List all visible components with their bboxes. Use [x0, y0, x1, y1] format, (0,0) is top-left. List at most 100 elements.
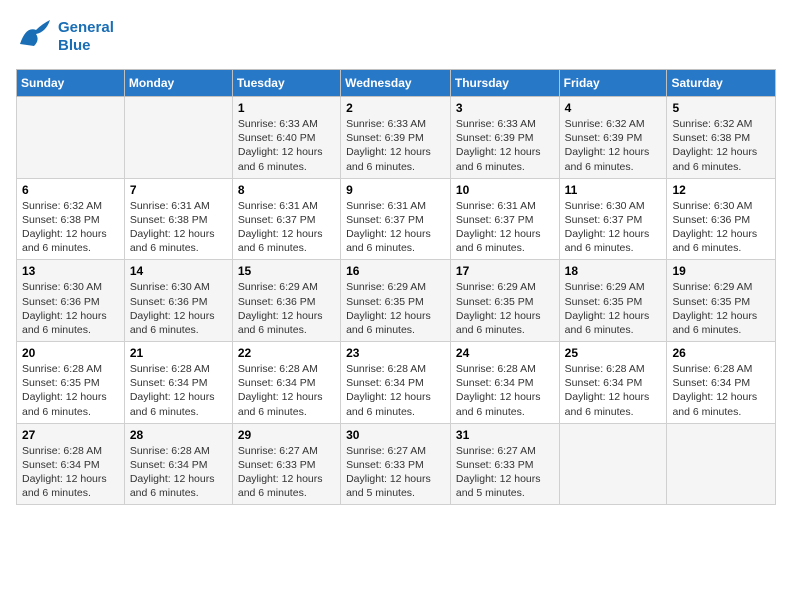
day-info: Sunrise: 6:29 AM Sunset: 6:35 PM Dayligh… — [456, 280, 554, 337]
day-info: Sunrise: 6:27 AM Sunset: 6:33 PM Dayligh… — [456, 444, 554, 501]
day-number: 25 — [565, 346, 662, 360]
day-number: 4 — [565, 101, 662, 115]
calendar-cell: 22 Sunrise: 6:28 AM Sunset: 6:34 PM Dayli… — [232, 342, 340, 424]
calendar-cell — [124, 97, 232, 179]
day-info: Sunrise: 6:31 AM Sunset: 6:38 PM Dayligh… — [130, 199, 227, 256]
day-info: Sunrise: 6:28 AM Sunset: 6:34 PM Dayligh… — [672, 362, 770, 419]
day-info: Sunrise: 6:27 AM Sunset: 6:33 PM Dayligh… — [346, 444, 445, 501]
weekday-header-monday: Monday — [124, 70, 232, 97]
day-number: 23 — [346, 346, 445, 360]
day-info: Sunrise: 6:28 AM Sunset: 6:35 PM Dayligh… — [22, 362, 119, 419]
day-info: Sunrise: 6:31 AM Sunset: 6:37 PM Dayligh… — [346, 199, 445, 256]
logo-general: General — [58, 19, 114, 37]
day-number: 22 — [238, 346, 335, 360]
day-number: 14 — [130, 264, 227, 278]
day-number: 31 — [456, 428, 554, 442]
weekday-header-wednesday: Wednesday — [341, 70, 451, 97]
day-info: Sunrise: 6:28 AM Sunset: 6:34 PM Dayligh… — [22, 444, 119, 501]
day-info: Sunrise: 6:32 AM Sunset: 6:38 PM Dayligh… — [22, 199, 119, 256]
logo-blue: Blue — [58, 37, 114, 55]
calendar-cell: 31 Sunrise: 6:27 AM Sunset: 6:33 PM Dayli… — [450, 423, 559, 505]
calendar-cell: 20 Sunrise: 6:28 AM Sunset: 6:35 PM Dayli… — [17, 342, 125, 424]
day-info: Sunrise: 6:28 AM Sunset: 6:34 PM Dayligh… — [130, 362, 227, 419]
calendar-week-4: 20 Sunrise: 6:28 AM Sunset: 6:35 PM Dayli… — [17, 342, 776, 424]
day-number: 20 — [22, 346, 119, 360]
day-number: 7 — [130, 183, 227, 197]
calendar-cell: 17 Sunrise: 6:29 AM Sunset: 6:35 PM Dayli… — [450, 260, 559, 342]
calendar-cell: 30 Sunrise: 6:27 AM Sunset: 6:33 PM Dayli… — [341, 423, 451, 505]
day-info: Sunrise: 6:30 AM Sunset: 6:37 PM Dayligh… — [565, 199, 662, 256]
day-number: 15 — [238, 264, 335, 278]
calendar-cell: 11 Sunrise: 6:30 AM Sunset: 6:37 PM Dayli… — [559, 178, 667, 260]
calendar-week-2: 6 Sunrise: 6:32 AM Sunset: 6:38 PM Daylig… — [17, 178, 776, 260]
day-info: Sunrise: 6:32 AM Sunset: 6:39 PM Dayligh… — [565, 117, 662, 174]
calendar-cell: 8 Sunrise: 6:31 AM Sunset: 6:37 PM Daylig… — [232, 178, 340, 260]
weekday-header-thursday: Thursday — [450, 70, 559, 97]
day-info: Sunrise: 6:30 AM Sunset: 6:36 PM Dayligh… — [22, 280, 119, 337]
logo-bird-icon — [16, 16, 52, 52]
calendar-cell: 5 Sunrise: 6:32 AM Sunset: 6:38 PM Daylig… — [667, 97, 776, 179]
calendar-cell: 12Sunrise: 6:30 AM Sunset: 6:36 PM Dayli… — [667, 178, 776, 260]
calendar-cell: 25Sunrise: 6:28 AM Sunset: 6:34 PM Dayli… — [559, 342, 667, 424]
day-info: Sunrise: 6:28 AM Sunset: 6:34 PM Dayligh… — [130, 444, 227, 501]
day-number: 9 — [346, 183, 445, 197]
day-number: 16 — [346, 264, 445, 278]
day-number: 8 — [238, 183, 335, 197]
logo: General Blue — [16, 16, 114, 57]
weekday-header-saturday: Saturday — [667, 70, 776, 97]
day-number: 29 — [238, 428, 335, 442]
day-number: 17 — [456, 264, 554, 278]
day-info: Sunrise: 6:32 AM Sunset: 6:38 PM Dayligh… — [672, 117, 770, 174]
day-number: 5 — [672, 101, 770, 115]
day-number: 2 — [346, 101, 445, 115]
calendar-cell: 10 Sunrise: 6:31 AM Sunset: 6:37 PM Dayli… — [450, 178, 559, 260]
weekday-header-tuesday: Tuesday — [232, 70, 340, 97]
calendar-cell: 6 Sunrise: 6:32 AM Sunset: 6:38 PM Daylig… — [17, 178, 125, 260]
calendar-cell: 19 Sunrise: 6:29 AM Sunset: 6:35 PM Dayli… — [667, 260, 776, 342]
calendar-cell: 26Sunrise: 6:28 AM Sunset: 6:34 PM Dayli… — [667, 342, 776, 424]
calendar-cell: 3Sunrise: 6:33 AM Sunset: 6:39 PM Daylig… — [450, 97, 559, 179]
day-info: Sunrise: 6:28 AM Sunset: 6:34 PM Dayligh… — [346, 362, 445, 419]
day-number: 19 — [672, 264, 770, 278]
calendar-cell: 28 Sunrise: 6:28 AM Sunset: 6:34 PM Dayli… — [124, 423, 232, 505]
day-info: Sunrise: 6:27 AM Sunset: 6:33 PM Dayligh… — [238, 444, 335, 501]
calendar-cell: 15Sunrise: 6:29 AM Sunset: 6:36 PM Dayli… — [232, 260, 340, 342]
day-info: Sunrise: 6:33 AM Sunset: 6:39 PM Dayligh… — [346, 117, 445, 174]
calendar-table: SundayMondayTuesdayWednesdayThursdayFrid… — [16, 69, 776, 505]
day-number: 28 — [130, 428, 227, 442]
day-number: 6 — [22, 183, 119, 197]
day-info: Sunrise: 6:31 AM Sunset: 6:37 PM Dayligh… — [238, 199, 335, 256]
day-info: Sunrise: 6:28 AM Sunset: 6:34 PM Dayligh… — [238, 362, 335, 419]
calendar-cell: 2 Sunrise: 6:33 AM Sunset: 6:39 PM Daylig… — [341, 97, 451, 179]
calendar-cell: 29 Sunrise: 6:27 AM Sunset: 6:33 PM Dayli… — [232, 423, 340, 505]
calendar-week-1: 1Sunrise: 6:33 AM Sunset: 6:40 PM Daylig… — [17, 97, 776, 179]
day-number: 10 — [456, 183, 554, 197]
calendar-cell: 13Sunrise: 6:30 AM Sunset: 6:36 PM Dayli… — [17, 260, 125, 342]
calendar-cell — [667, 423, 776, 505]
day-number: 11 — [565, 183, 662, 197]
weekday-header-friday: Friday — [559, 70, 667, 97]
day-info: Sunrise: 6:30 AM Sunset: 6:36 PM Dayligh… — [130, 280, 227, 337]
day-number: 27 — [22, 428, 119, 442]
day-number: 21 — [130, 346, 227, 360]
day-info: Sunrise: 6:31 AM Sunset: 6:37 PM Dayligh… — [456, 199, 554, 256]
calendar-cell: 4 Sunrise: 6:32 AM Sunset: 6:39 PM Daylig… — [559, 97, 667, 179]
day-info: Sunrise: 6:29 AM Sunset: 6:35 PM Dayligh… — [672, 280, 770, 337]
calendar-cell: 18 Sunrise: 6:29 AM Sunset: 6:35 PM Dayli… — [559, 260, 667, 342]
calendar-cell: 16 Sunrise: 6:29 AM Sunset: 6:35 PM Dayli… — [341, 260, 451, 342]
page-header: General Blue — [16, 16, 776, 57]
calendar-cell: 23 Sunrise: 6:28 AM Sunset: 6:34 PM Dayli… — [341, 342, 451, 424]
calendar-cell — [559, 423, 667, 505]
day-number: 1 — [238, 101, 335, 115]
day-info: Sunrise: 6:29 AM Sunset: 6:35 PM Dayligh… — [346, 280, 445, 337]
day-number: 18 — [565, 264, 662, 278]
weekday-header-sunday: Sunday — [17, 70, 125, 97]
day-info: Sunrise: 6:33 AM Sunset: 6:39 PM Dayligh… — [456, 117, 554, 174]
calendar-cell: 27 Sunrise: 6:28 AM Sunset: 6:34 PM Dayli… — [17, 423, 125, 505]
day-info: Sunrise: 6:30 AM Sunset: 6:36 PM Dayligh… — [672, 199, 770, 256]
calendar-cell: 14 Sunrise: 6:30 AM Sunset: 6:36 PM Dayli… — [124, 260, 232, 342]
day-number: 30 — [346, 428, 445, 442]
day-info: Sunrise: 6:29 AM Sunset: 6:35 PM Dayligh… — [565, 280, 662, 337]
calendar-cell: 1Sunrise: 6:33 AM Sunset: 6:40 PM Daylig… — [232, 97, 340, 179]
calendar-cell — [17, 97, 125, 179]
